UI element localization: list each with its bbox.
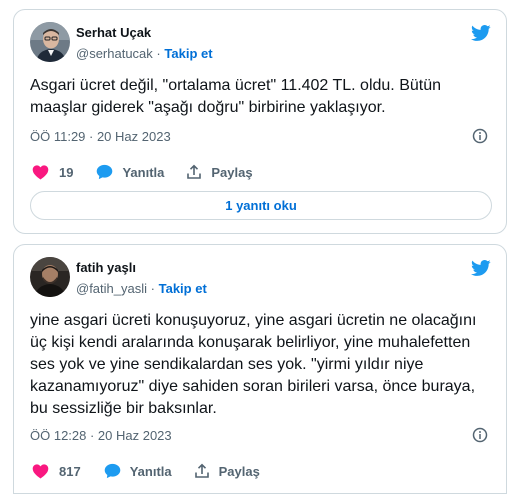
reply-bubble-icon [97,164,113,180]
read-replies-button[interactable]: 1 yanıtı oku [30,191,492,220]
share-label: Paylaş [218,463,260,479]
tweet-card: fatih yaşlı @fatih_yasli · Takip et yine… [13,244,507,494]
twitter-bird-icon[interactable] [470,23,492,43]
separator-dot: · [156,46,161,61]
author-handle-row: @fatih_yasli · Takip et [76,281,207,296]
author-handle-row: @serhatucak · Takip et [76,46,213,61]
like-count: 817 [59,463,81,479]
reply-bubble-icon [104,463,120,479]
tweet-text: Asgari ücret değil, "ortalama ücret" 11.… [30,77,441,116]
reply-button[interactable]: Yanıtla [96,164,164,180]
avatar[interactable] [30,257,70,297]
reply-label: Yanıtla [129,463,172,479]
follow-button[interactable]: Takip et [164,46,212,61]
info-icon[interactable] [472,427,488,443]
share-icon [187,164,202,179]
share-icon [194,463,209,478]
heart-icon [32,464,49,479]
tweet-card: Serhat Uçak @serhatucak · Takip et Asgar… [13,9,507,234]
like-button[interactable]: 19 [32,164,73,180]
separator-dot: · [150,281,155,296]
like-count: 19 [59,164,74,180]
info-icon[interactable] [472,128,488,144]
twitter-bird-icon[interactable] [470,258,492,278]
share-button[interactable]: Paylaş [194,463,260,479]
author-name[interactable]: fatih yaşlı [76,260,136,275]
tweet-timestamp[interactable]: ÖÖ 11:29 · 20 Haz 2023 [30,129,171,144]
avatar[interactable] [30,22,70,62]
tweet-timestamp[interactable]: ÖÖ 12:28 · 20 Haz 2023 [30,428,172,443]
like-button[interactable]: 817 [32,463,81,479]
author-handle[interactable]: @serhatucak [76,46,153,61]
author-name[interactable]: Serhat Uçak [76,25,151,40]
follow-button[interactable]: Takip et [159,281,207,296]
reply-label: Yanıtla [122,164,165,180]
author-handle[interactable]: @fatih_yasli [76,281,147,296]
reply-button[interactable]: Yanıtla [104,463,172,479]
tweet-text: yine asgari ücreti konuşuyoruz, yine asg… [30,312,477,417]
tweet-actions: 19 Yanıtla Paylaş [32,162,253,182]
heart-icon [32,165,49,180]
share-label: Paylaş [211,164,253,180]
tweet-actions: 817 Yanıtla Paylaş [32,461,260,481]
share-button[interactable]: Paylaş [186,164,253,180]
